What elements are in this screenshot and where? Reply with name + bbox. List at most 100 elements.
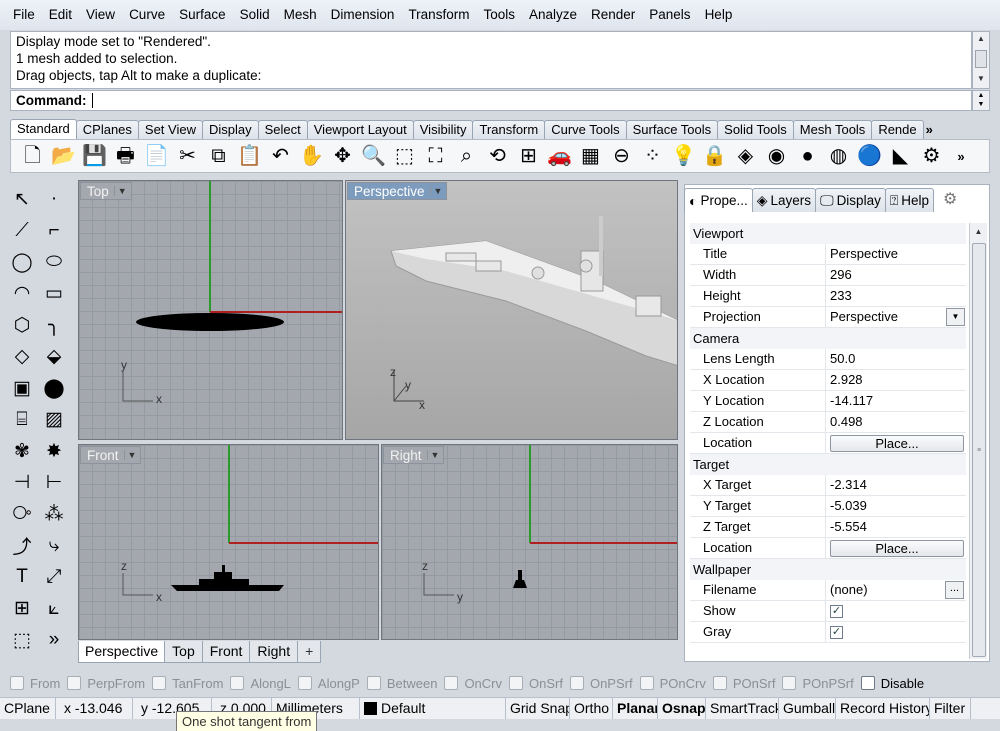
panel-options-gear-icon[interactable]: ⚙: [943, 188, 957, 212]
boolean-icon[interactable]: ⧂: [8, 500, 36, 528]
curve-cv-icon[interactable]: ⌐: [40, 217, 68, 245]
tab-transform[interactable]: Transform: [472, 120, 546, 139]
ellipse-icon[interactable]: ⬭: [40, 248, 68, 276]
menu-help[interactable]: Help: [698, 0, 740, 30]
undo-icon[interactable]: ↶: [265, 142, 296, 170]
z-location-field[interactable]: 0.498: [826, 412, 966, 432]
explode-icon[interactable]: ✸: [40, 437, 68, 465]
viewport-tab-top[interactable]: Top: [164, 641, 203, 663]
circle-icon[interactable]: ◯: [8, 248, 36, 276]
polygon-icon[interactable]: ⬡: [8, 311, 36, 339]
lightbulb-icon[interactable]: 💡: [668, 142, 699, 170]
tab-curve-tools[interactable]: Curve Tools: [544, 120, 627, 139]
point-icon[interactable]: ·: [40, 185, 68, 213]
filter-toggle[interactable]: Filter: [930, 698, 971, 719]
osnap-checkbox[interactable]: [67, 676, 82, 690]
polyline-icon[interactable]: ⟋: [8, 217, 36, 245]
osnap-checkbox[interactable]: [297, 676, 312, 690]
offset-curve-icon[interactable]: ⤴: [8, 532, 36, 560]
copy-icon[interactable]: ⧉: [203, 142, 234, 170]
menu-render[interactable]: Render: [584, 0, 642, 30]
viewport-tab-right[interactable]: Right: [249, 641, 299, 663]
tangent-icon[interactable]: ⊖: [606, 142, 637, 170]
properties-scrollbar[interactable]: ▲ ≡: [969, 223, 987, 659]
osnap-from[interactable]: From: [10, 676, 60, 691]
tab-solid-tools[interactable]: Solid Tools: [717, 120, 794, 139]
material-ball-icon[interactable]: ●: [792, 142, 823, 170]
y-location-field[interactable]: -14.117: [826, 391, 966, 411]
osnap-disable[interactable]: Disable: [860, 676, 924, 691]
y-target-field[interactable]: -5.039: [826, 496, 966, 516]
tab-set-view[interactable]: Set View: [137, 120, 203, 139]
title-field[interactable]: Perspective: [826, 244, 966, 264]
menu-dimension[interactable]: Dimension: [324, 0, 402, 30]
osnap-checkbox[interactable]: [444, 676, 459, 690]
undo-view-icon[interactable]: ⟲: [482, 142, 513, 170]
mesh-plane-icon[interactable]: ▨: [40, 406, 68, 434]
four-viewports-icon[interactable]: ⊞: [513, 142, 544, 170]
height-field[interactable]: 233: [826, 286, 966, 306]
points-group-icon[interactable]: ⁂: [40, 500, 68, 528]
chevron-down-icon[interactable]: ▼: [946, 308, 965, 326]
cube-view-icon[interactable]: ⬚: [8, 626, 36, 654]
menu-panels[interactable]: Panels: [642, 0, 697, 30]
panel-tab-display[interactable]: 🖵 Display: [815, 188, 886, 212]
osnap-onsrf[interactable]: OnSrf: [509, 676, 563, 691]
spotlight-icon[interactable]: ◣: [885, 142, 916, 170]
grid-snap-toggle[interactable]: Grid Snap: [506, 698, 570, 719]
osnap-between[interactable]: Between: [366, 676, 437, 691]
zoom-window-icon[interactable]: ⬚: [389, 142, 420, 170]
tab-mesh-tools[interactable]: Mesh Tools: [792, 120, 873, 139]
tab-select[interactable]: Select: [257, 120, 308, 139]
planar-toggle[interactable]: Planar: [613, 698, 658, 719]
tab-rende[interactable]: Rende: [871, 120, 924, 139]
viewport-front[interactable]: Front ▼ z x: [78, 444, 379, 640]
osnap-checkbox[interactable]: [152, 676, 167, 690]
cut-icon[interactable]: ✂: [172, 142, 203, 170]
scale-icon[interactable]: ⤢: [40, 563, 68, 591]
scroll-up-arrow-icon[interactable]: ▲: [970, 223, 987, 240]
zoom-icon[interactable]: 🔍: [358, 142, 389, 170]
osnap-checkbox[interactable]: [860, 676, 875, 690]
osnap-checkbox[interactable]: [230, 676, 245, 690]
menu-curve[interactable]: Curve: [122, 0, 172, 30]
surface-points-icon[interactable]: ◇: [8, 343, 36, 371]
osnap-poncrv[interactable]: POnCrv: [639, 676, 706, 691]
camera-place-button[interactable]: Place...: [830, 434, 964, 452]
viewport-perspective[interactable]: Perspective ▼ z y x: [345, 180, 678, 440]
menu-solid[interactable]: Solid: [233, 0, 277, 30]
points-icon[interactable]: ⁘: [637, 142, 668, 170]
command-history-spinner[interactable]: ▲ ▼: [972, 90, 990, 111]
cplane-indicator[interactable]: CPlane: [0, 698, 56, 719]
osnap-checkbox[interactable]: [10, 676, 24, 690]
blend-curve-icon[interactable]: ⤷: [40, 532, 68, 560]
command-line[interactable]: Command:: [10, 90, 972, 111]
osnap-checkbox[interactable]: [639, 676, 654, 690]
osnap-checkbox[interactable]: [712, 676, 727, 690]
gumball-toggle[interactable]: Gumball: [779, 698, 836, 719]
command-history-scrollbar[interactable]: ▲ ▼: [972, 31, 990, 89]
osnap-oncrv[interactable]: OnCrv: [444, 676, 502, 691]
tab-visibility[interactable]: Visibility: [412, 120, 474, 139]
rotate-view-icon[interactable]: ✥: [327, 142, 358, 170]
panel-tab-layers[interactable]: ◈ Layers: [751, 188, 817, 212]
zoom-extents-icon[interactable]: ⛶: [420, 142, 451, 170]
browse-file-button[interactable]: ...: [945, 581, 964, 599]
target-place-button[interactable]: Place...: [830, 539, 964, 557]
rectangle-icon[interactable]: ▭: [40, 280, 68, 308]
toolbar-more-icon[interactable]: »: [951, 142, 971, 170]
menu-mesh[interactable]: Mesh: [277, 0, 324, 30]
save-icon[interactable]: 💾: [79, 142, 110, 170]
z-target-field[interactable]: -5.554: [826, 517, 966, 537]
sphere-solid-icon[interactable]: ⬤: [40, 374, 68, 402]
grid-plane-icon[interactable]: ▦: [575, 142, 606, 170]
print-icon[interactable]: 🖶: [110, 142, 141, 170]
pan-hand-icon[interactable]: ✋: [296, 142, 327, 170]
osnap-ponsrf[interactable]: POnSrf: [712, 676, 775, 691]
menu-edit[interactable]: Edit: [42, 0, 79, 30]
osnap-tanfrom[interactable]: TanFrom: [152, 676, 223, 691]
viewport-tab-front[interactable]: Front: [201, 641, 251, 663]
arc-icon[interactable]: ◠: [8, 280, 36, 308]
color-wheel-icon[interactable]: ◉: [761, 142, 792, 170]
show-checkbox[interactable]: ✓: [830, 604, 843, 618]
